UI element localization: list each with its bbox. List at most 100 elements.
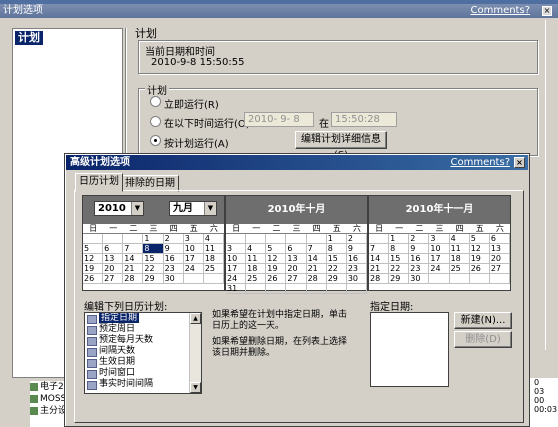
list-item[interactable]: 生效日期 (85, 357, 201, 368)
calendar-day[interactable]: 23 (346, 264, 367, 274)
calendar-day[interactable]: 14 (369, 254, 390, 264)
calendar-day[interactable]: 20 (489, 254, 510, 264)
calendar-day[interactable]: 4 (246, 244, 267, 254)
list-item[interactable]: 事实时间间隔 (85, 379, 201, 390)
year-select[interactable]: 2010 ▼ (94, 201, 144, 216)
calendar-day[interactable]: 14 (306, 254, 327, 264)
calendar-day[interactable]: 7 (306, 244, 327, 254)
calendar-day[interactable]: 19 (83, 264, 104, 274)
calendar-day[interactable]: 2 (409, 234, 430, 244)
calendar-day[interactable] (346, 284, 367, 294)
calendar-day[interactable]: 20 (286, 264, 307, 274)
calendar-day[interactable]: 19 (469, 254, 490, 264)
calendar-day[interactable]: 27 (286, 274, 307, 284)
calendar-day[interactable]: 12 (83, 254, 104, 264)
calendar-day[interactable]: 12 (469, 244, 490, 254)
list-item[interactable]: 间隔天数 (85, 346, 201, 357)
calendar-day[interactable]: 26 (266, 274, 287, 284)
calendar-day[interactable]: 29 (389, 274, 410, 284)
delete-button[interactable]: 删除(D) (454, 331, 512, 348)
calendar-day[interactable] (266, 234, 287, 244)
calendar-day[interactable]: 1 (389, 234, 410, 244)
calendar-day[interactable]: 15 (143, 254, 164, 264)
calendar-day[interactable] (103, 234, 124, 244)
calendar-day[interactable]: 25 (203, 264, 224, 274)
comments-link[interactable]: Comments? (470, 4, 530, 18)
calendar-day[interactable]: 22 (143, 264, 164, 274)
calendar-day[interactable] (489, 274, 510, 284)
calendar-day[interactable]: 2 (346, 234, 367, 244)
calendar-day[interactable] (83, 234, 104, 244)
calendar-day[interactable]: 18 (449, 254, 470, 264)
tab-calendar-schedule[interactable]: 日历计划 (75, 173, 123, 192)
month-select[interactable]: 九月 ▼ (169, 201, 217, 216)
calendar-day[interactable]: 11 (246, 254, 267, 264)
calendar-day[interactable] (286, 284, 307, 294)
calendar-day[interactable]: 25 (246, 274, 267, 284)
calendar-day[interactable]: 6 (489, 234, 510, 244)
calendar-day[interactable] (369, 234, 390, 244)
calendar-day[interactable]: 11 (203, 244, 224, 254)
calendar-day[interactable]: 29 (143, 274, 164, 284)
calendar-day[interactable]: 28 (123, 274, 144, 284)
run-at-time-field[interactable]: 15:50:28 (331, 112, 397, 127)
calendar-day[interactable] (449, 274, 470, 284)
calendar-day[interactable]: 10 (226, 254, 247, 264)
run-at-radio[interactable] (150, 116, 161, 127)
dialog-comments-link[interactable]: Comments? (450, 155, 510, 170)
calendar-day[interactable]: 24 (226, 274, 247, 284)
calendar-day[interactable]: 2 (163, 234, 184, 244)
calendar-day[interactable]: 12 (266, 254, 287, 264)
calendar-day[interactable]: 3 (429, 234, 450, 244)
calendar-day[interactable]: 10 (429, 244, 450, 254)
calendar-day[interactable]: 17 (183, 254, 204, 264)
calendar-day[interactable]: 28 (369, 274, 390, 284)
calendar-day[interactable]: 24 (183, 264, 204, 274)
list-item[interactable]: 预定每月天数 (85, 335, 201, 346)
calendar-day[interactable]: 1 (326, 234, 347, 244)
calendar-day[interactable]: 23 (163, 264, 184, 274)
calendar-day[interactable] (226, 234, 247, 244)
calendar-day[interactable]: 4 (449, 234, 470, 244)
calendar-day[interactable]: 1 (143, 234, 164, 244)
calendar-day[interactable] (183, 274, 204, 284)
calendar-day[interactable]: 24 (429, 264, 450, 274)
calendar-day[interactable]: 8 (143, 244, 164, 254)
list-scrollbar[interactable]: ▲ ▼ (189, 313, 201, 393)
calendar-day[interactable]: 13 (286, 254, 307, 264)
calendar-day[interactable]: 22 (389, 264, 410, 274)
schedule-type-list[interactable]: 指定日期 预定周日 预定每月天数 间隔天数 生效日期 时间窗口 事实时间间隔 ▲… (84, 312, 202, 394)
calendar-day[interactable]: 27 (489, 264, 510, 274)
calendar-day[interactable]: 13 (489, 244, 510, 254)
calendar-day[interactable]: 16 (163, 254, 184, 264)
list-item[interactable]: 时间窗口 (85, 368, 201, 379)
calendar-day[interactable] (286, 234, 307, 244)
calendar-day[interactable]: 22 (326, 264, 347, 274)
calendar-day[interactable]: 30 (163, 274, 184, 284)
calendar-day[interactable]: 6 (286, 244, 307, 254)
run-schedule-radio[interactable] (150, 135, 161, 146)
calendar-day[interactable]: 18 (246, 264, 267, 274)
calendar-day[interactable]: 31 (226, 284, 247, 294)
calendar-day[interactable]: 27 (103, 274, 124, 284)
new-button[interactable]: 新建(N)... (454, 312, 512, 329)
calendar-day[interactable] (266, 284, 287, 294)
calendar-day[interactable]: 25 (449, 264, 470, 274)
calendar-day[interactable]: 14 (123, 254, 144, 264)
calendar-day[interactable]: 13 (103, 254, 124, 264)
calendar-day[interactable]: 26 (83, 274, 104, 284)
edit-schedule-button[interactable]: 编辑计划详细信息(S) (295, 131, 387, 161)
scroll-up-icon[interactable]: ▲ (190, 313, 201, 324)
window-scrollbar[interactable] (545, 20, 558, 350)
calendar-day[interactable]: 30 (346, 274, 367, 284)
calendar-day[interactable]: 8 (389, 244, 410, 254)
list-item-specified-dates[interactable]: 指定日期 (85, 313, 201, 324)
calendar-day[interactable]: 9 (163, 244, 184, 254)
calendar-day[interactable]: 26 (469, 264, 490, 274)
calendar-day[interactable]: 20 (103, 264, 124, 274)
calendar-day[interactable] (306, 234, 327, 244)
calendar-day[interactable]: 16 (346, 254, 367, 264)
calendar-day[interactable]: 6 (103, 244, 124, 254)
calendar-day[interactable]: 11 (449, 244, 470, 254)
calendar-day[interactable]: 7 (123, 244, 144, 254)
